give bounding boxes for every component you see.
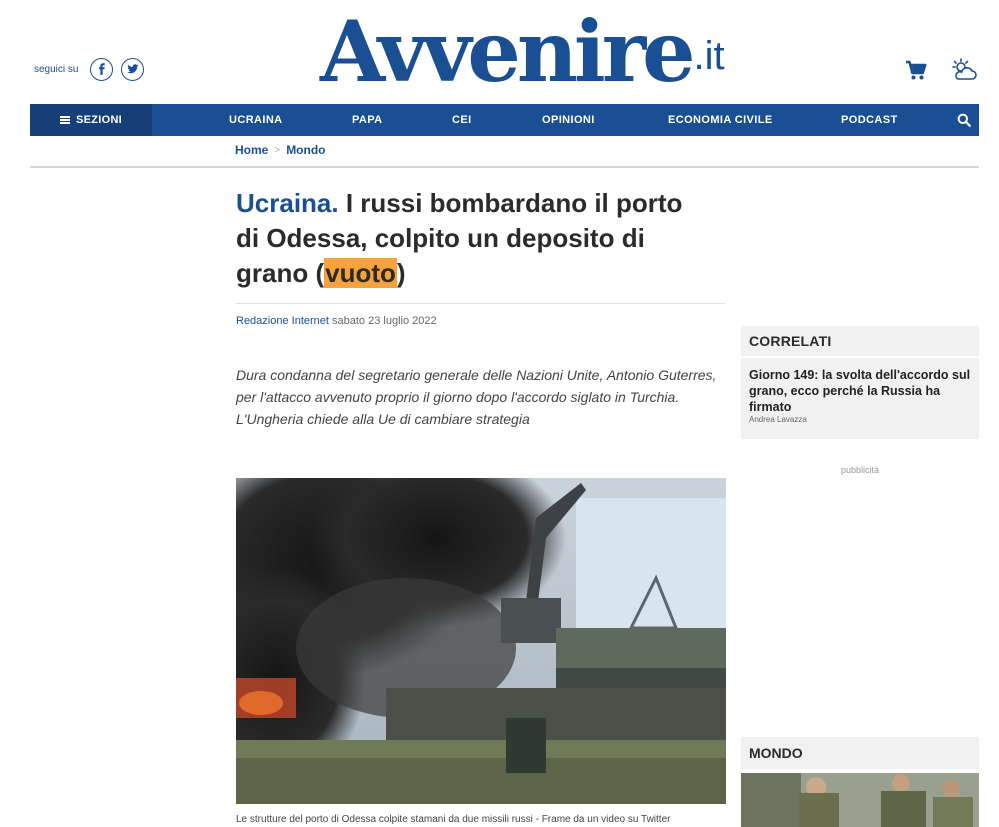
related-article-link[interactable]: Giorno 149: la svolta dell'accordo sul g… <box>749 367 974 415</box>
facebook-icon[interactable] <box>90 57 114 81</box>
divider <box>236 303 725 304</box>
breadcrumb-section[interactable]: Mondo <box>286 143 325 157</box>
site-logo[interactable]: Avvenire .it <box>320 4 725 99</box>
sections-label: SEZIONI <box>75 114 123 126</box>
title-kicker: Ucraina. <box>236 188 339 218</box>
breadcrumb-home[interactable]: Home <box>235 143 268 157</box>
related-box: CORRELATI Giorno 149: la svolta dell'acc… <box>741 326 979 439</box>
author-link[interactable]: Redazione Internet <box>236 315 329 327</box>
cart-icon[interactable] <box>903 57 929 83</box>
nav-item-podcast[interactable]: PODCAST <box>841 104 898 136</box>
photo-caption: Le strutture del porto di Odessa colpite… <box>236 814 671 825</box>
divider <box>30 166 979 168</box>
ad-label: pubblicità <box>840 465 880 475</box>
nav-item-economia-civile[interactable]: ECONOMIA CIVILE <box>668 104 773 136</box>
weather-icon[interactable] <box>950 57 978 83</box>
search-icon[interactable] <box>957 113 971 127</box>
mondo-section-header: MONDO <box>741 737 979 769</box>
title-end: ) <box>396 258 406 288</box>
main-nav: SEZIONI UCRAINA PAPA CEI OPINIONI ECONOM… <box>30 104 979 136</box>
logo-suffix: .it <box>693 34 725 78</box>
mondo-thumbnail[interactable] <box>741 773 979 827</box>
sections-menu-button[interactable]: SEZIONI <box>30 104 152 136</box>
breadcrumb: Home > Mondo <box>235 143 326 157</box>
article-photo <box>236 478 726 804</box>
byline: Redazione Internet sabato 23 luglio 2022 <box>236 315 437 327</box>
related-title: CORRELATI <box>749 333 832 349</box>
mondo-title[interactable]: MONDO <box>749 745 803 761</box>
nav-item-cei[interactable]: CEI <box>452 104 472 136</box>
breadcrumb-separator: > <box>274 144 281 156</box>
logo-wordmark: Avvenire <box>320 2 696 101</box>
article-summary: Dura condanna del segretario generale de… <box>236 367 717 427</box>
divider <box>741 356 979 358</box>
twitter-icon[interactable] <box>121 57 145 81</box>
nav-item-papa[interactable]: PAPA <box>352 104 383 136</box>
follow-us: seguici su <box>34 56 145 82</box>
menu-icon <box>59 116 70 124</box>
nav-item-opinioni[interactable]: OPINIONI <box>542 104 595 136</box>
related-author: Andrea Lavazza <box>749 415 807 424</box>
follow-label: seguici su <box>34 63 79 75</box>
title-highlight: vuoto <box>324 258 397 288</box>
nav-item-ucraina[interactable]: UCRAINA <box>229 104 283 136</box>
article-date: sabato 23 luglio 2022 <box>332 315 437 327</box>
article-title: Ucraina. I russi bombardano il porto di … <box>236 186 706 291</box>
